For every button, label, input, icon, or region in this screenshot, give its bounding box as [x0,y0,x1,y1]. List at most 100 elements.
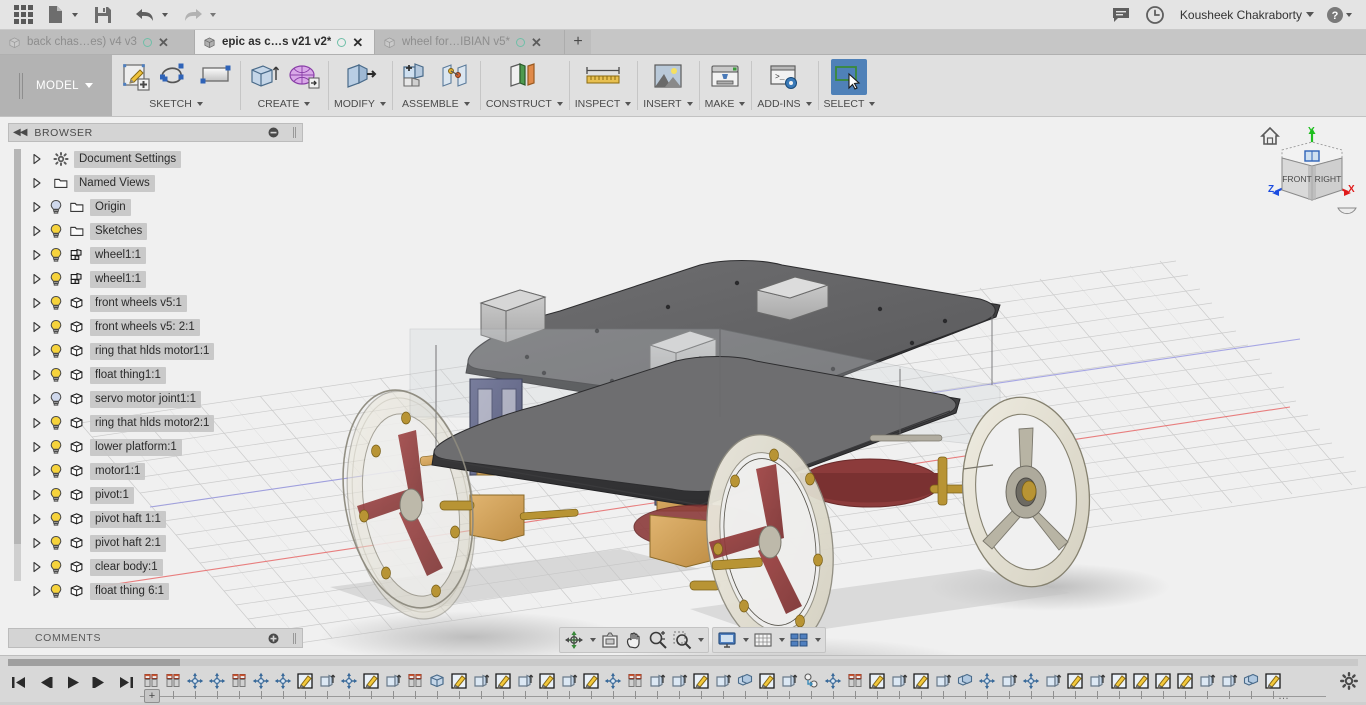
timeline-feature[interactable] [1262,670,1284,692]
look-at-button[interactable] [598,629,622,651]
timeline-feature[interactable] [646,670,668,692]
step-back-button[interactable] [33,670,57,694]
step-forward-button[interactable] [87,670,111,694]
extrude-button[interactable] [246,59,282,95]
help-button[interactable]: ? [1322,6,1356,24]
insert-image-button[interactable] [650,59,686,95]
select-button[interactable] [831,59,867,95]
timeline-feature[interactable] [1218,670,1240,692]
ribbon-group-label[interactable]: ADD-INS [757,98,811,110]
timeline-feature[interactable] [536,670,558,692]
timeline-settings-button[interactable] [1340,672,1358,695]
show-data-panel-button[interactable] [8,2,38,28]
lightbulb-on-icon[interactable] [48,415,64,431]
timeline-feature[interactable] [888,670,910,692]
expand-arrow-icon[interactable] [30,321,43,333]
press-pull-button[interactable] [342,59,378,95]
viewports-button[interactable] [787,629,811,651]
spline-button[interactable] [158,59,194,95]
lightbulb-on-icon[interactable] [48,223,64,239]
go-to-end-button[interactable] [114,670,138,694]
ribbon-group-label[interactable]: MODIFY [334,98,386,110]
expand-arrow-icon[interactable] [30,393,43,405]
timeline-feature[interactable] [690,670,712,692]
timeline-overflow[interactable]: … [1278,690,1290,702]
timeline-feature[interactable] [866,670,888,692]
timeline-feature[interactable] [1042,670,1064,692]
create-sketch-button[interactable] [118,59,154,95]
expand-arrow-icon[interactable] [30,201,43,213]
expand-arrow-icon[interactable] [30,561,43,573]
zoom-window-dropdown[interactable] [694,629,706,651]
ribbon-group-label[interactable]: INSERT [643,98,692,110]
orbit-button[interactable] [562,629,586,651]
timeline-feature[interactable] [910,670,932,692]
lightbulb-on-icon[interactable] [48,487,64,503]
lightbulb-on-icon[interactable] [48,271,64,287]
browser-item-pivot-haft-1-1[interactable]: pivot haft 1:1 [30,507,303,531]
expand-arrow-icon[interactable] [30,225,43,237]
browser-item-wheel1-1[interactable]: wheel1:1 [30,267,303,291]
lightbulb-on-icon[interactable] [48,295,64,311]
timeline-feature[interactable] [316,670,338,692]
timeline-feature[interactable] [932,670,954,692]
browser-item-document-settings[interactable]: Document Settings [30,147,303,171]
expand-arrow-icon[interactable] [30,489,43,501]
timeline-feature[interactable] [294,670,316,692]
expand-arrow-icon[interactable] [30,297,43,309]
browser-item-servo-motor-joint1-1[interactable]: servo motor joint1:1 [30,387,303,411]
timeline-feature[interactable] [712,670,734,692]
panel-resize-grip[interactable] [293,633,298,644]
close-icon[interactable]: ✕ [158,36,169,49]
timeline-feature[interactable] [558,670,580,692]
joint-button[interactable] [438,59,474,95]
expand-arrow-icon[interactable] [30,513,43,525]
timeline-feature[interactable] [668,670,690,692]
timeline-feature[interactable] [162,670,184,692]
browser-item-ring-that-hlds-motor2-1[interactable]: ring that hlds motor2:1 [30,411,303,435]
timeline-feature[interactable] [734,670,756,692]
job-status-button[interactable] [1140,2,1170,28]
timeline-feature[interactable] [360,670,382,692]
timeline-feature[interactable] [580,670,602,692]
user-account-menu[interactable]: Kousheek Chakraborty [1174,8,1318,22]
browser-item-motor1-1[interactable]: motor1:1 [30,459,303,483]
browser-item-float-thing1-1[interactable]: float thing1:1 [30,363,303,387]
plus-circle-icon[interactable] [261,626,285,650]
ribbon-group-label[interactable]: INSPECT [575,98,632,110]
save-button[interactable] [88,2,118,28]
timeline-feature[interactable] [1064,670,1086,692]
timeline-feature[interactable] [976,670,998,692]
timeline-feature[interactable] [756,670,778,692]
lightbulb-off-icon[interactable] [48,199,64,215]
offset-plane-button[interactable] [506,59,542,95]
timeline-feature[interactable] [184,670,206,692]
timeline-feature[interactable] [382,670,404,692]
timeline-feature[interactable] [228,670,250,692]
expand-arrow-icon[interactable] [30,441,43,453]
expand-arrow-icon[interactable] [30,537,43,549]
viewports-dropdown[interactable] [811,629,823,651]
timeline-feature[interactable] [448,670,470,692]
viewcube-right-label[interactable]: RIGHT [1315,174,1342,184]
timeline-marker[interactable]: + [144,689,160,703]
lightbulb-on-icon[interactable] [48,559,64,575]
browser-item-front-wheels-v5-1[interactable]: front wheels v5:1 [30,291,303,315]
expand-arrow-icon[interactable] [30,465,43,477]
undo-button[interactable] [130,2,168,28]
timeline-feature[interactable] [404,670,426,692]
document-tab-0[interactable]: back chas…es) v4 v3 ✕ [0,30,195,54]
lightbulb-on-icon[interactable] [48,535,64,551]
scripts-addins-button[interactable]: >_ [766,59,802,95]
document-tab-2[interactable]: wheel for…IBIAN v5* ✕ [375,30,565,54]
timeline-feature[interactable] [998,670,1020,692]
ribbon-group-label[interactable]: SELECT [824,98,876,110]
timeline-feature[interactable] [338,670,360,692]
lightbulb-off-icon[interactable] [48,391,64,407]
viewcube-front-label[interactable]: FRONT [1282,174,1312,184]
browser-item-float-thing-6-1[interactable]: float thing 6:1 [30,579,303,603]
grid-snaps-button[interactable] [751,629,775,651]
timeline-feature[interactable] [1240,670,1262,692]
play-button[interactable] [60,670,84,694]
browser-item-front-wheels-v5-2-1[interactable]: front wheels v5: 2:1 [30,315,303,339]
